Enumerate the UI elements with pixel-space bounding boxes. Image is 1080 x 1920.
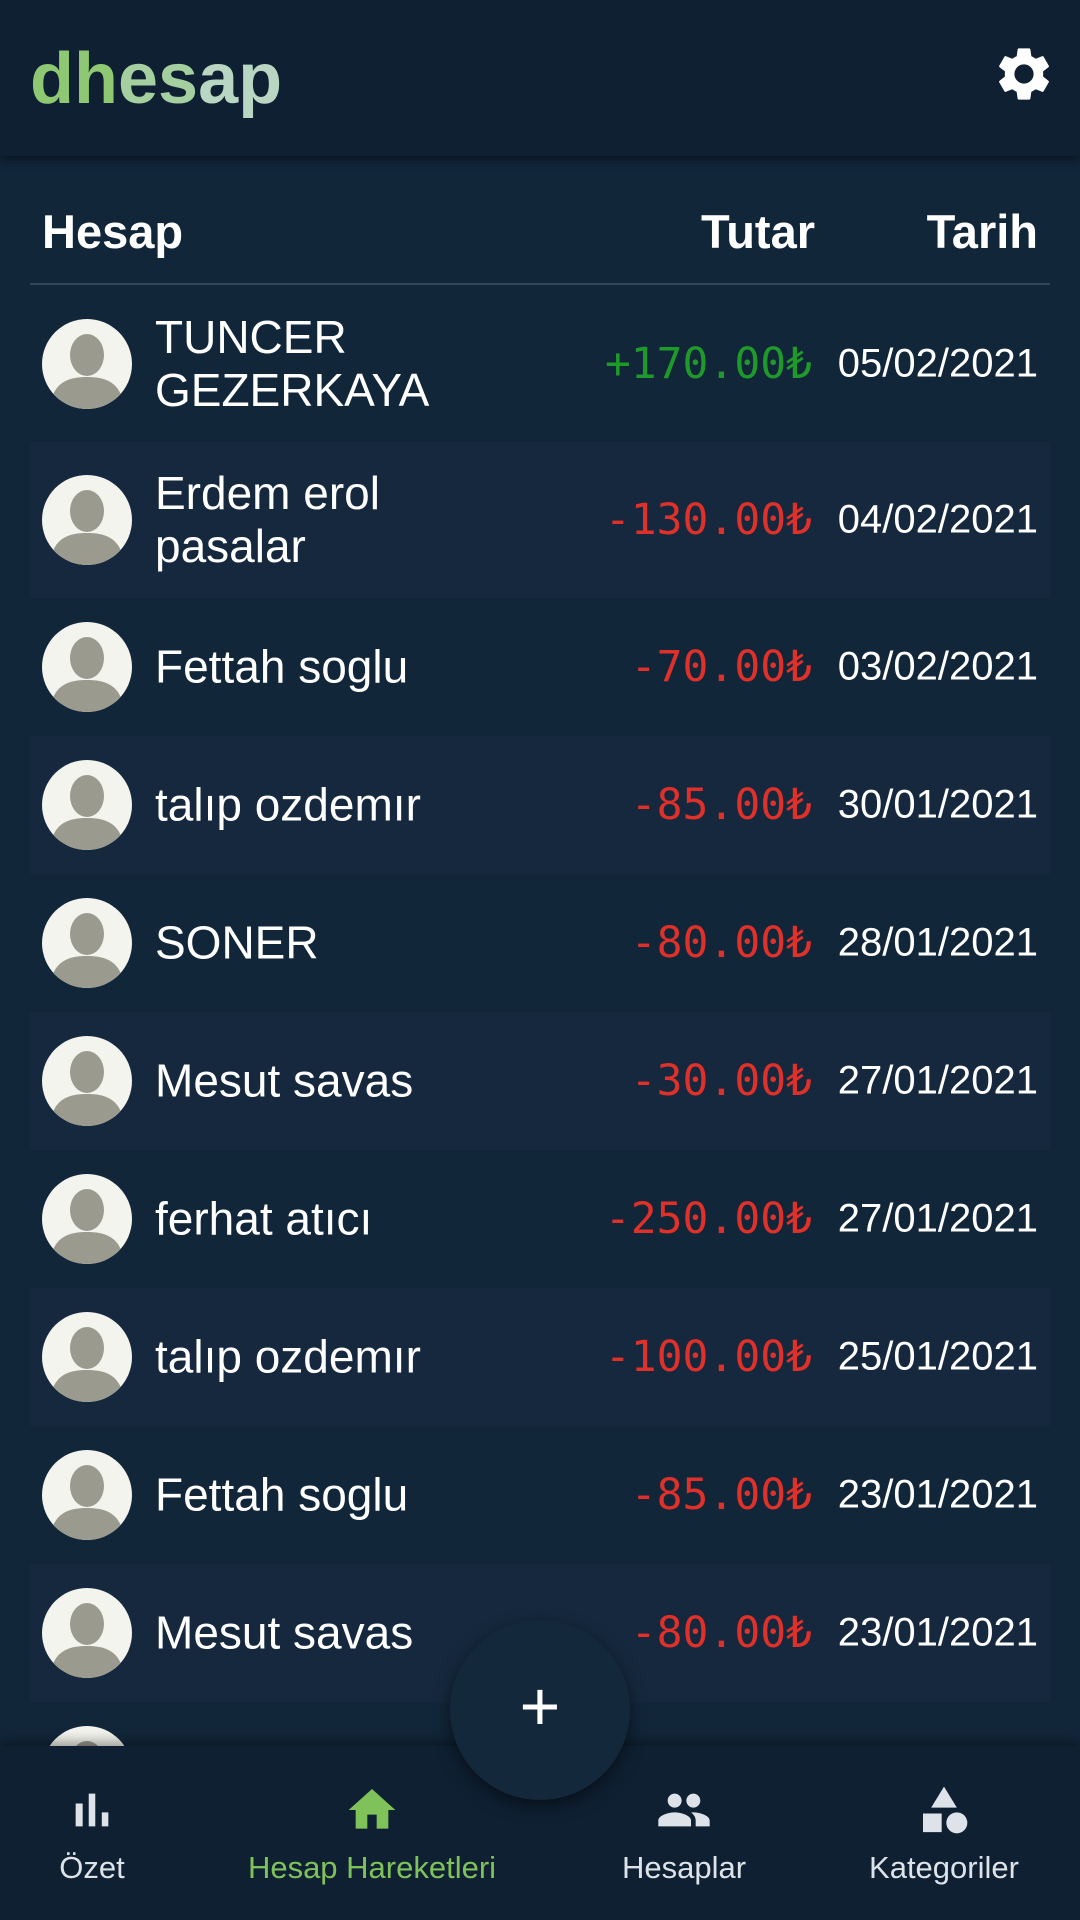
add-transaction-button[interactable]: +	[450, 1620, 630, 1800]
settings-button[interactable]	[992, 42, 1056, 106]
nav-item-ozet[interactable]: Özet	[0, 1746, 184, 1920]
plus-icon: +	[519, 1667, 561, 1745]
avatar	[42, 475, 132, 565]
column-header-account[interactable]: Hesap	[42, 204, 183, 259]
table-row[interactable]: talıp ozdemır -85.00₺ 30/01/2021	[30, 736, 1050, 874]
bar-chart-icon	[75, 1793, 109, 1827]
nav-item-kategoriler[interactable]: Kategoriler	[844, 1746, 1044, 1920]
account-name: Erdem erol pasalar	[155, 467, 380, 572]
transaction-amount: -70.00₺	[630, 642, 812, 692]
transaction-amount: -30.00₺	[630, 1056, 812, 1106]
table-row[interactable]: Fettah soglu -85.00₺ 23/01/2021	[30, 1426, 1050, 1564]
logo-text-part: dh	[30, 39, 118, 119]
avatar	[42, 319, 132, 409]
transaction-amount: -85.00₺	[630, 780, 812, 830]
transaction-date: 27/01/2021	[837, 1196, 1038, 1241]
transaction-amount: -80.00₺	[630, 918, 812, 968]
transaction-amount: -100.00₺	[604, 1332, 812, 1382]
account-name: SONER	[155, 916, 319, 969]
nav-label: Özet	[59, 1850, 125, 1885]
table-row[interactable]: TUNCER GEZERKAYA +170.00₺ 05/02/2021	[30, 286, 1050, 442]
person-placeholder-icon	[50, 1465, 124, 1540]
account-name: Fettah soglu	[155, 1468, 409, 1521]
column-header-date[interactable]: Tarih	[927, 204, 1038, 259]
transaction-amount: -250.00₺	[604, 1194, 812, 1244]
transaction-amount: -80.00₺	[630, 1608, 812, 1658]
person-placeholder-icon	[50, 775, 124, 850]
app-logo: dhesap	[30, 38, 282, 120]
nav-label: Hesap Hareketleri	[247, 1850, 497, 1885]
table-row[interactable]: Fettah soglu -70.00₺ 03/02/2021	[30, 598, 1050, 736]
transaction-amount: +170.00₺	[604, 339, 812, 389]
person-placeholder-icon	[50, 1603, 124, 1678]
table-row[interactable]: SONER -80.00₺ 28/01/2021	[30, 874, 1050, 1012]
transaction-date: 23/01/2021	[837, 1610, 1038, 1655]
column-header-amount[interactable]: Tutar	[701, 204, 815, 259]
table-body: TUNCER GEZERKAYA +170.00₺ 05/02/2021 Erd…	[30, 286, 1050, 1746]
account-name: talıp ozdemır	[155, 1330, 421, 1383]
person-placeholder-icon	[50, 490, 124, 565]
account-name: Fettah soglu	[155, 640, 409, 693]
nav-label: Kategoriler	[869, 1850, 1019, 1885]
nav-label: Hesaplar	[621, 1850, 747, 1885]
transaction-date: 27/01/2021	[837, 1058, 1038, 1103]
account-name: Mesut savas	[155, 1606, 414, 1659]
table-header: Hesap Tutar Tarih	[30, 156, 1050, 285]
person-placeholder-icon	[50, 1327, 124, 1402]
transaction-amount: -85.00₺	[630, 1470, 812, 1520]
transaction-date: 23/01/2021	[837, 1472, 1038, 1517]
table-row[interactable]: ferhat atıcı -250.00₺ 27/01/2021	[30, 1150, 1050, 1288]
person-placeholder-icon	[50, 334, 124, 409]
account-name: ferhat atıcı	[155, 1192, 373, 1245]
table-row[interactable]: Mesut savas -30.00₺ 27/01/2021	[30, 1012, 1050, 1150]
table-row[interactable]: talıp ozdemır -100.00₺ 25/01/2021	[30, 1288, 1050, 1426]
avatar	[42, 760, 132, 850]
account-name: TUNCER GEZERKAYA	[155, 311, 430, 416]
person-placeholder-icon	[50, 1051, 124, 1126]
transaction-date: 04/02/2021	[837, 497, 1038, 542]
avatar	[42, 1036, 132, 1126]
transaction-date: 25/01/2021	[837, 1334, 1038, 1379]
gear-icon	[999, 48, 1049, 100]
account-name: talıp ozdemır	[155, 778, 421, 831]
people-icon	[658, 1793, 710, 1827]
shapes-icon	[923, 1786, 968, 1834]
transaction-date: 28/01/2021	[837, 920, 1038, 965]
transactions-list[interactable]: Hesap Tutar Tarih TUNCER GEZERKAYA +170.…	[0, 156, 1080, 1746]
avatar	[42, 1450, 132, 1540]
avatar	[42, 898, 132, 988]
person-placeholder-icon	[75, 1741, 99, 1746]
table-row[interactable]: Erdem erol pasalar -130.00₺ 04/02/2021	[30, 442, 1050, 598]
transaction-date: 30/01/2021	[837, 782, 1038, 827]
transaction-date: 03/02/2021	[837, 644, 1038, 689]
home-icon	[348, 1789, 396, 1829]
person-placeholder-icon	[50, 913, 124, 988]
avatar	[42, 1312, 132, 1402]
avatar	[42, 1174, 132, 1264]
person-placeholder-icon	[50, 1189, 124, 1264]
avatar	[42, 622, 132, 712]
logo-text-part: ap	[198, 39, 283, 119]
app-bar: dhesap	[0, 0, 1080, 156]
account-name: Mesut savas	[155, 1054, 414, 1107]
avatar	[42, 1588, 132, 1678]
avatar	[42, 1726, 132, 1746]
transaction-amount: -130.00₺	[604, 495, 812, 545]
logo-text-part: es	[117, 39, 199, 119]
person-placeholder-icon	[50, 637, 124, 712]
transaction-date: 05/02/2021	[837, 341, 1038, 386]
